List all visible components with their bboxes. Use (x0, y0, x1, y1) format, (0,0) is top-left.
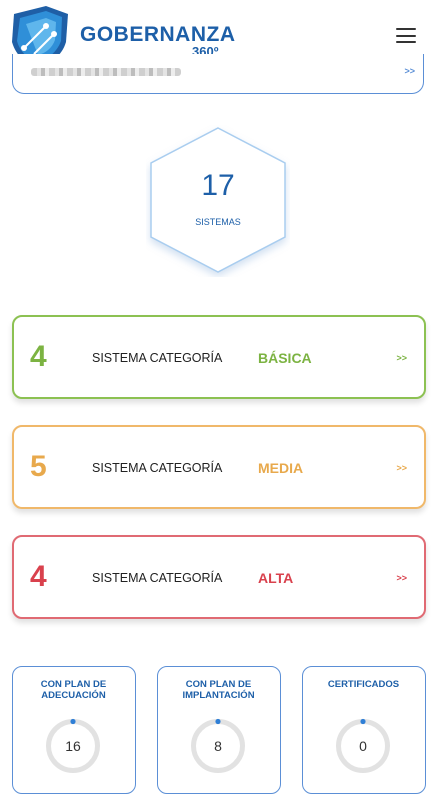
hamburger-menu-icon[interactable] (396, 28, 416, 44)
category-level: MEDIA (258, 460, 304, 476)
stat-title-line1: CERTIFICADOS (327, 679, 400, 690)
systems-count: 17 (201, 169, 235, 202)
stat-title-line1: CON PLAN DE (185, 679, 252, 690)
category-count: 4 (30, 560, 47, 593)
systems-summary-hexagon: 17 SISTEMAS (146, 125, 290, 277)
category-level: BÁSICA (258, 350, 312, 366)
category-card-media[interactable]: 5 SISTEMA CATEGORÍA MEDIA >> (12, 425, 426, 509)
search-arrow[interactable]: >> (404, 66, 415, 76)
stat-value: 8 (214, 738, 222, 754)
category-text: SISTEMA CATEGORÍA (92, 461, 223, 475)
stat-title-line2: ADECUACIÓN (41, 690, 106, 701)
stat-card-adecuacion[interactable]: CON PLAN DE ADECUACIÓN 16 (12, 666, 136, 794)
search-card[interactable]: >> (12, 54, 424, 94)
stat-title-line2: IMPLANTACIÓN (182, 690, 255, 701)
stat-title-line1: CON PLAN DE (40, 679, 107, 690)
category-text: SISTEMA CATEGORÍA (92, 571, 223, 585)
stat-title: CON PLAN DE ADECUACIÓN (13, 679, 134, 701)
stat-title: CON PLAN DE IMPLANTACIÓN (158, 679, 279, 701)
category-arrow[interactable]: >> (396, 463, 407, 473)
stat-value: 0 (359, 738, 367, 754)
stat-card-certificados[interactable]: CERTIFICADOS 0 (302, 666, 426, 794)
category-count: 5 (30, 450, 47, 483)
stat-value: 16 (65, 738, 81, 754)
category-arrow[interactable]: >> (396, 353, 407, 363)
stat-title: CERTIFICADOS (303, 679, 424, 690)
category-text: SISTEMA CATEGORÍA (92, 351, 223, 365)
category-card-basica[interactable]: 4 SISTEMA CATEGORÍA BÁSICA >> (12, 315, 426, 399)
category-level: ALTA (258, 570, 294, 586)
blurred-text (31, 68, 181, 76)
category-count: 4 (30, 340, 47, 373)
category-card-alta[interactable]: 4 SISTEMA CATEGORÍA ALTA >> (12, 535, 426, 619)
systems-label: SISTEMAS (195, 217, 241, 227)
stat-card-implantacion[interactable]: CON PLAN DE IMPLANTACIÓN 8 (157, 666, 281, 794)
category-arrow[interactable]: >> (396, 573, 407, 583)
